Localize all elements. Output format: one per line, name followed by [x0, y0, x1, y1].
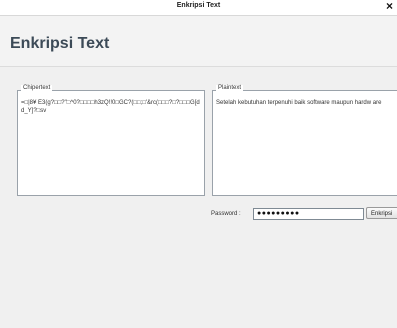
title-bar: Enkripsi Text × — [0, 0, 397, 16]
ciphertext-legend: Chipertext — [21, 85, 53, 91]
plaintext-panel: Plaintext Setelah kebutuhan terpenuhi ba… — [212, 85, 397, 196]
password-field[interactable]: ●●●●●●●●● — [253, 208, 364, 220]
page-title: Enkripsi Text — [10, 35, 110, 52]
plaintext-area[interactable]: Setelah kebutuhan terpenuhi baik softwar… — [216, 99, 397, 107]
plaintext-legend: Plaintext — [216, 85, 244, 91]
ciphertext-area[interactable]: =□|8¥ E3(g?□□?"□^0?□□□□h3zQ!!0□GC?(□□;□'… — [21, 99, 201, 115]
encrypt-button[interactable]: Enkripsi — [366, 207, 397, 219]
window-title: Enkripsi Text — [176, 2, 221, 9]
header-banner: Enkripsi Text — [0, 16, 397, 67]
close-icon[interactable]: × — [386, 0, 393, 14]
ciphertext-panel: Chipertext =□|8¥ E3(g?□□?"□^0?□□□□h3zQ!!… — [17, 85, 205, 196]
password-label: Password : — [211, 211, 241, 217]
